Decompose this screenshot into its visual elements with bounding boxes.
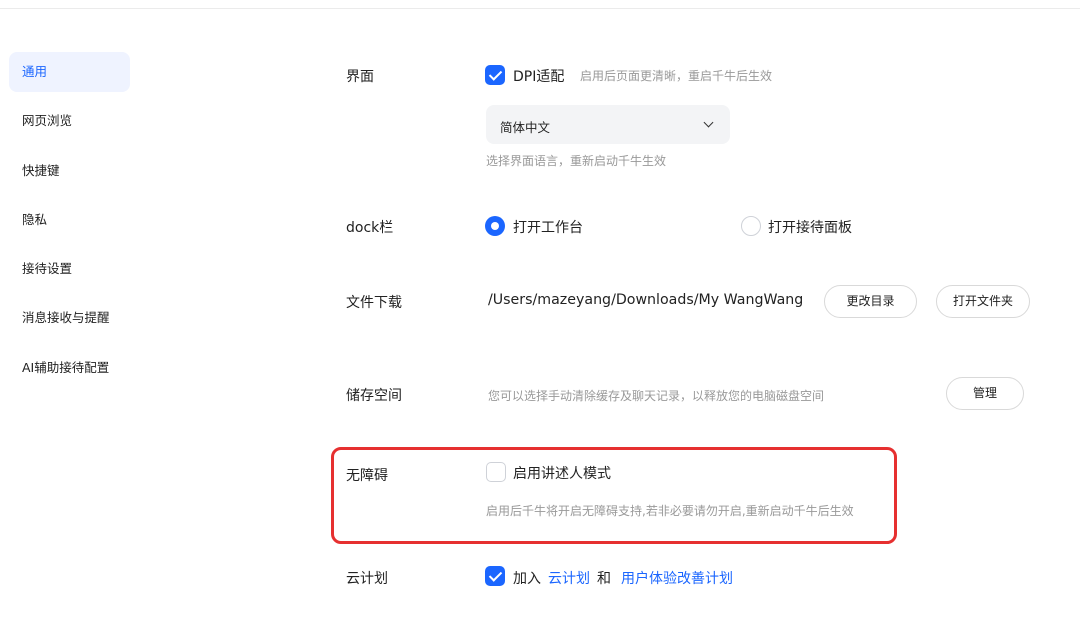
dock-option-workbench-label[interactable]: 打开工作台: [513, 217, 583, 237]
cloud-join-text: 加入: [513, 571, 541, 587]
download-path: /Users/mazeyang/Downloads/My WangWang: [488, 292, 804, 308]
dpi-hint: 启用后页面更清晰，重启千牛后生效: [580, 69, 773, 83]
language-select-value: 简体中文: [500, 120, 551, 135]
narrator-label: 启用讲述人模式: [513, 466, 611, 482]
dock-radio-workbench[interactable]: [485, 216, 505, 236]
sidebar-item-reception-settings[interactable]: 接待设置: [9, 249, 130, 289]
narrator-checkbox[interactable]: [486, 462, 506, 482]
dock-option-reception-panel-label[interactable]: 打开接待面板: [768, 217, 852, 237]
sidebar-item-shortcuts[interactable]: 快捷键: [9, 151, 130, 191]
sidebar-item-general[interactable]: 通用: [9, 52, 130, 92]
sidebar-item-web-browsing[interactable]: 网页浏览: [9, 101, 130, 141]
cloud-plan-link[interactable]: 云计划: [548, 568, 590, 588]
manage-storage-button[interactable]: 管理: [946, 377, 1024, 410]
storage-hint: 您可以选择手动清除缓存及聊天记录，以释放您的电脑磁盘空间: [488, 389, 825, 403]
accessibility-hint: 启用后千牛将开启无障碍支持,若非必要请勿开启,重新启动千牛后生效: [486, 504, 854, 518]
open-folder-button[interactable]: 打开文件夹: [936, 285, 1030, 318]
sidebar-item-notifications[interactable]: 消息接收与提醒: [9, 298, 130, 338]
user-experience-plan-link[interactable]: 用户体验改善计划: [621, 568, 733, 588]
change-directory-button[interactable]: 更改目录: [824, 285, 917, 318]
download-label: 文件下载: [346, 295, 402, 311]
accessibility-highlight-box: [331, 447, 897, 544]
sidebar-item-privacy[interactable]: 隐私: [9, 200, 130, 240]
dpi-checkbox[interactable]: [485, 65, 505, 85]
chevron-down-icon: [703, 117, 714, 128]
top-divider: [0, 8, 1080, 9]
settings-sidebar: 通用 网页浏览 快捷键 隐私 接待设置 消息接收与提醒 AI辅助接待配置: [9, 52, 130, 397]
storage-label: 储存空间: [346, 388, 402, 404]
accessibility-label: 无障碍: [346, 468, 388, 484]
cloud-and-text: 和: [597, 571, 611, 587]
dock-radio-reception-panel[interactable]: [741, 216, 761, 236]
dock-label: dock栏: [346, 220, 394, 236]
cloud-label: 云计划: [346, 571, 388, 587]
cloud-plan-checkbox[interactable]: [485, 566, 505, 586]
sidebar-item-ai-assist[interactable]: AI辅助接待配置: [9, 348, 130, 388]
language-hint: 选择界面语言，重新启动千牛生效: [486, 154, 667, 168]
dpi-label: DPI适配: [513, 69, 565, 85]
language-select[interactable]: 简体中文: [486, 105, 730, 144]
interface-label: 界面: [346, 69, 374, 85]
